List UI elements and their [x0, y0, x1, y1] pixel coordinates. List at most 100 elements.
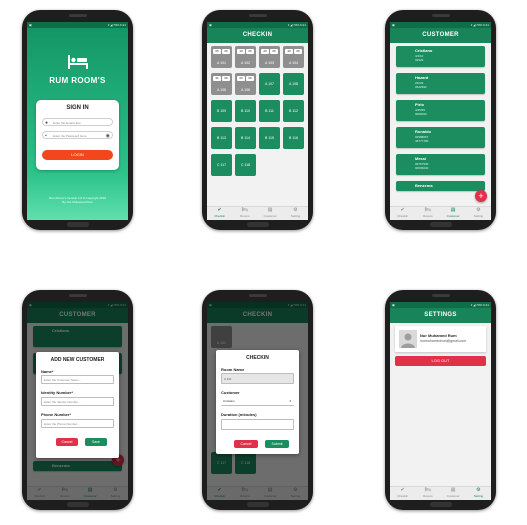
duration-label: Duration (minutes): [221, 412, 257, 417]
customer-item[interactable]: Hazard 23/4/9 0622992: [396, 73, 485, 94]
gear-icon: ⚙: [476, 207, 481, 213]
customer-label: Customer: [221, 390, 240, 395]
customer-name-input[interactable]: Enter the Customer Name...: [41, 375, 114, 384]
author-line: By Nur Muhamed Rum: [62, 200, 93, 204]
customer-item[interactable]: Cristiano 4/4/10 02929: [396, 46, 485, 67]
identity-number-input[interactable]: Enter the Identity Number...: [41, 397, 114, 406]
room-tile[interactable]: A 108: [283, 73, 304, 95]
nav-checkin[interactable]: ✔Checkin: [207, 207, 232, 220]
page-title: CHECKIN: [207, 28, 308, 43]
nav-checkin[interactable]: ✔Checkin: [390, 487, 415, 500]
phone-checkin: ▣ ▾ ◢ 79% 6:21 CHECKIN 05 09 A 101 19 09 A 102…: [202, 10, 313, 230]
status-right: ▾ ◢ 79% 6:21: [470, 23, 489, 27]
login-card: SIGN IN ● Enter the Email Here ▪ Enter t…: [36, 100, 119, 170]
phone-home-button: [246, 502, 269, 507]
customer-name: Ronaldo: [415, 129, 431, 134]
bottom-nav: ✔Checkin 🛏Rooms ▤Customer ⚙Setting: [207, 206, 308, 220]
status-left: ▣: [392, 303, 395, 307]
nav-rooms[interactable]: 🛏Rooms: [232, 207, 257, 220]
password-field[interactable]: ▪ Enter the Password Here ◉: [42, 131, 113, 139]
phone-home-button: [429, 222, 452, 227]
eye-icon[interactable]: ◉: [106, 132, 110, 140]
phone-camera: [431, 14, 450, 17]
nav-customer[interactable]: ▤Customer: [441, 207, 466, 220]
duration-input[interactable]: [221, 419, 294, 430]
nav-customer[interactable]: ▤Customer: [258, 207, 283, 220]
room-tile[interactable]: 49 09 A 104: [283, 46, 304, 68]
room-name-field: A 101: [221, 373, 294, 384]
phone-camera: [68, 14, 87, 17]
nav-label: Rooms: [423, 494, 433, 498]
customer-detail: 0622992: [415, 85, 427, 89]
add-customer-dialog: ADD NEW CUSTOMER Name* Enter the Custome…: [36, 352, 119, 458]
room-tile[interactable]: B 109: [211, 100, 232, 122]
submit-button[interactable]: Submit: [265, 440, 289, 448]
room-tile[interactable]: B 110: [235, 100, 256, 122]
dropdown-arrow-icon: ▾: [289, 399, 291, 403]
id-card-icon: ▤: [267, 207, 273, 213]
customer-detail: 0066090: [415, 112, 427, 116]
bed-logo-icon: [68, 55, 88, 69]
customer-item[interactable]: Ronaldo 02988067 46777790: [396, 127, 485, 148]
room-tile[interactable]: B 113: [211, 127, 232, 149]
nav-rooms[interactable]: 🛏Rooms: [415, 487, 440, 500]
room-badge: 09: [294, 49, 302, 54]
room-name-label: Room Name: [221, 367, 245, 372]
room-tile[interactable]: B 112: [283, 100, 304, 122]
room-tile[interactable]: B 115: [259, 127, 280, 149]
nav-setting[interactable]: ⚙Setting: [466, 207, 491, 220]
dialog-title: CHECKIN: [246, 355, 269, 361]
page-title: CUSTOMER: [390, 28, 491, 43]
customer-item[interactable]: Pirlo 4/25/55 0066090: [396, 100, 485, 121]
user-icon: ●: [45, 120, 49, 126]
room-tile[interactable]: C 118: [235, 154, 256, 176]
room-tile[interactable]: A 107: [259, 73, 280, 95]
add-customer-screen: ▣▾ ◢ 79% 6:21 CUSTOMER Cristiano Benzema…: [27, 302, 128, 500]
room-tile[interactable]: 31 09 A 105: [211, 73, 232, 95]
room-tile[interactable]: B 111: [259, 100, 280, 122]
room-tile[interactable]: 05 09 A 101: [211, 46, 232, 68]
customer-item[interactable]: Messi 09767530 00609030: [396, 154, 485, 175]
phone-camera: [68, 294, 87, 297]
room-tile[interactable]: 19 09 A 102: [235, 46, 256, 68]
room-badge: 09: [222, 76, 230, 81]
customer-selected-value: Cristiano: [223, 399, 235, 403]
room-badge: 09: [222, 49, 230, 54]
login-button[interactable]: LOGIN: [42, 150, 113, 160]
customer-detail: 00609030: [415, 166, 429, 170]
sign-in-title: SIGN IN: [66, 105, 89, 111]
add-customer-fab[interactable]: +: [475, 190, 487, 202]
room-tile[interactable]: 29 09 A 106: [235, 73, 256, 95]
check-icon: ✔: [217, 207, 222, 213]
password-placeholder: Enter the Password Here: [53, 134, 87, 138]
nav-rooms[interactable]: 🛏Rooms: [415, 207, 440, 220]
page-title: SETTINGS: [390, 308, 491, 323]
nav-setting[interactable]: ⚙Setting: [466, 487, 491, 500]
nav-setting[interactable]: ⚙Setting: [283, 207, 308, 220]
customer-item[interactable]: Benzema: [396, 181, 485, 191]
dialog-title: ADD NEW CUSTOMER: [50, 357, 105, 363]
cancel-button[interactable]: Cancel: [56, 438, 78, 446]
phone-number-input[interactable]: Enter the Phone Number...: [41, 419, 114, 428]
cancel-button[interactable]: Cancel: [234, 440, 258, 448]
nav-label: Setting: [473, 494, 484, 498]
email-field[interactable]: ● Enter the Email Here: [42, 118, 113, 126]
nav-customer[interactable]: ▤Customer: [441, 487, 466, 500]
save-button[interactable]: Save: [85, 438, 107, 446]
room-tile[interactable]: B 114: [235, 127, 256, 149]
room-tile[interactable]: C 117: [211, 154, 232, 176]
email-placeholder: Enter the Email Here: [53, 121, 81, 125]
room-tile[interactable]: B 116: [283, 127, 304, 149]
customer-select[interactable]: Cristiano ▾: [221, 397, 294, 406]
phone-home-button: [429, 502, 452, 507]
room-badge: 05: [213, 49, 221, 54]
id-card-icon: ▤: [450, 487, 456, 493]
bed-icon: 🛏: [424, 207, 432, 213]
nav-label: Customer: [446, 214, 460, 218]
nav-checkin[interactable]: ✔Checkin: [390, 207, 415, 220]
room-tile[interactable]: 29 09 A 103: [259, 46, 280, 68]
customer-name: Benzema: [415, 183, 433, 188]
customer-detail: 02929: [415, 58, 424, 62]
logout-button[interactable]: LOG OUT: [395, 356, 486, 366]
status-bar: ▣ ▾ ◢ 79% 6:21: [390, 22, 491, 28]
